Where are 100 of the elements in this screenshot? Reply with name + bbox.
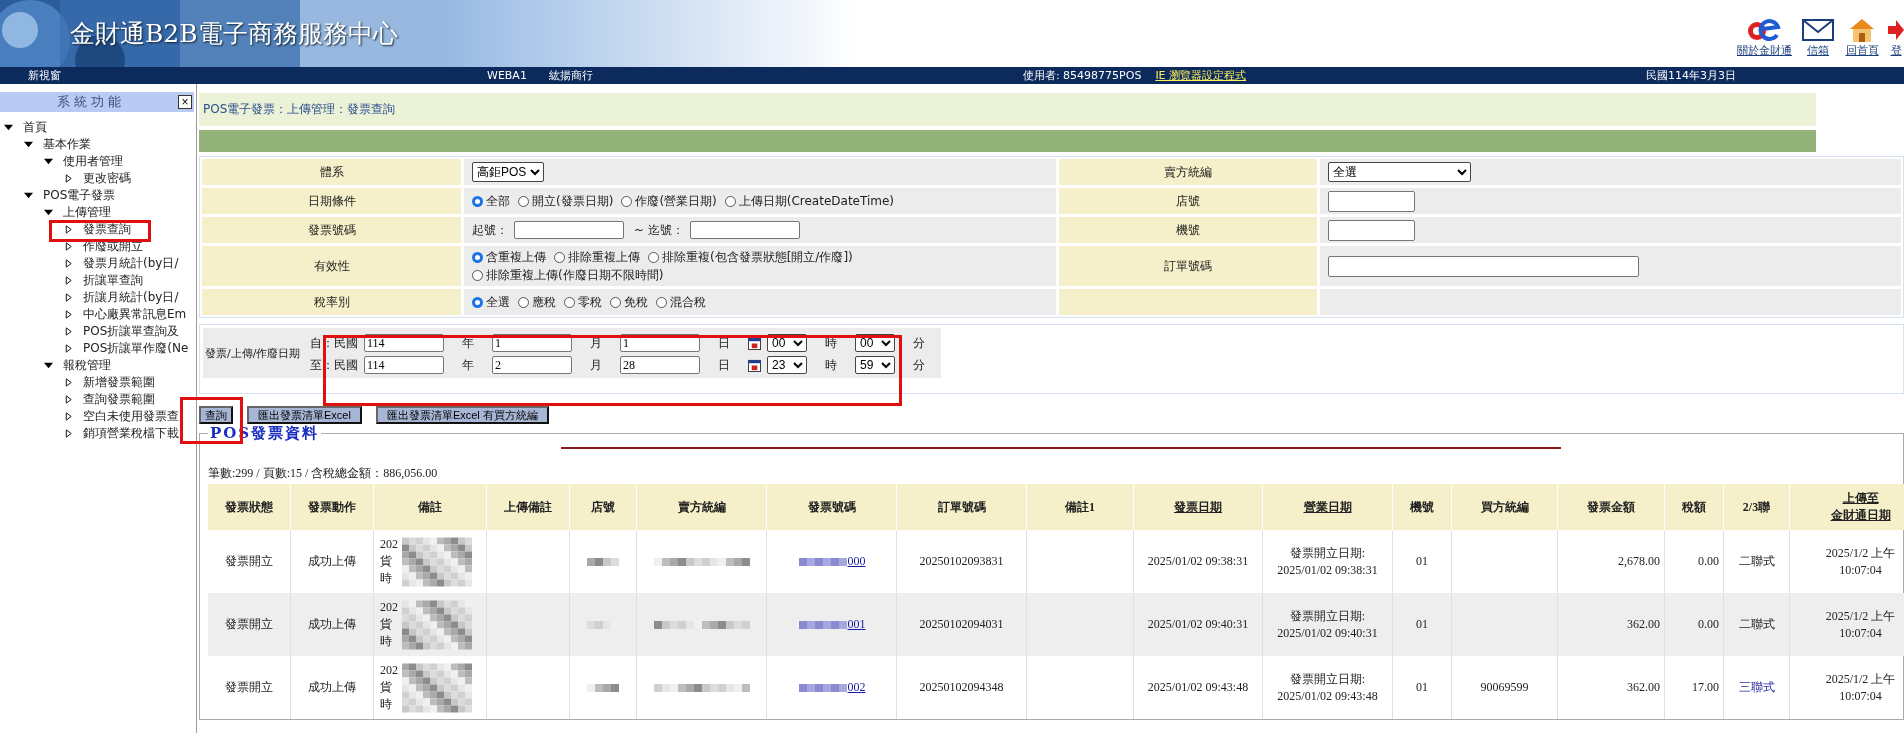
radio-option[interactable]: 開立(發票日期) (518, 192, 614, 210)
unit-label: 時 (825, 334, 837, 352)
field-label: 機號 (1059, 217, 1317, 243)
expand-toggle-icon[interactable] (24, 191, 33, 200)
table-cell: 202 貨時 (373, 593, 487, 656)
close-button[interactable]: × (178, 95, 192, 109)
day-field[interactable]: 28 (620, 356, 700, 374)
field-label: 店號 (1059, 188, 1317, 214)
radio-option[interactable]: 排除重複上傳 (554, 248, 640, 266)
order-number-field[interactable] (1328, 255, 1639, 277)
unit-label: 年 (462, 356, 474, 374)
column-header: 機號 (1392, 484, 1452, 530)
column-header: 買方統編 (1451, 484, 1558, 530)
radio-button[interactable] (472, 251, 483, 263)
column-header: 發票金額 (1557, 484, 1665, 530)
menu-item[interactable]: POS折讓單查詢及 (83, 323, 180, 340)
menu-item[interactable]: POS折讓單作廢(Ne (83, 340, 189, 357)
invoice-number-link[interactable]: 002 (847, 680, 866, 694)
menu-item[interactable]: 發票月統計(by日/ (83, 255, 179, 272)
month-field[interactable]: 2 (492, 356, 572, 374)
year-field[interactable]: 114 (364, 356, 444, 374)
radio-button[interactable] (472, 269, 483, 281)
action-button[interactable]: 查詢 (199, 406, 233, 424)
menu-item[interactable]: 中心廠異常訊息Em (83, 306, 187, 323)
radio-option[interactable]: 含重複上傳 (472, 248, 546, 266)
input-field[interactable] (1328, 219, 1415, 241)
radio-button[interactable] (554, 251, 565, 263)
field-label: 日期條件 (202, 188, 461, 214)
field-label: 體系 (202, 159, 461, 185)
menu-item[interactable]: 折讓單查詢 (83, 272, 143, 289)
header-link[interactable]: 信箱 (1800, 17, 1836, 58)
radio-option[interactable]: 上傳日期(CreateDateTime) (724, 192, 895, 210)
menu-item[interactable]: 新增發票範圍 (83, 374, 155, 391)
browser-settings-link[interactable]: IE 瀏覽器設定程式 (1155, 68, 1247, 83)
expand-toggle-icon[interactable] (44, 361, 53, 370)
breadcrumb: POS電子發票：上傳管理：發票查詢 (203, 101, 396, 118)
redacted-mosaic (797, 684, 848, 693)
menu-item[interactable]: 首頁 (23, 119, 47, 136)
radio-button[interactable] (610, 296, 621, 308)
hour-select[interactable]: 23 (767, 356, 807, 374)
system-code: WEBA1 (487, 69, 527, 82)
radio-option[interactable]: 排除重複上傳(作廢日期不限時間) (472, 266, 664, 284)
seller-id-select[interactable]: 全選 (1328, 162, 1471, 182)
column-header[interactable]: 發票日期 (1133, 484, 1263, 530)
menu-item[interactable]: 使用者管理 (63, 153, 123, 170)
expand-toggle-icon[interactable] (24, 140, 33, 149)
radio-button[interactable] (724, 195, 736, 207)
menu-item[interactable]: POS電子發票 (43, 187, 116, 204)
table-cell: 90069599 (1451, 656, 1558, 719)
calendar-icon[interactable] (748, 358, 761, 372)
radio-option[interactable]: 作廢(營業日期) (621, 192, 717, 210)
invoice-number-link[interactable]: 001 (847, 617, 866, 631)
input-field[interactable] (1328, 190, 1415, 212)
radio-button[interactable] (472, 296, 483, 308)
radio-option[interactable]: 全部 (472, 192, 510, 210)
expand-toggle-icon[interactable] (44, 157, 53, 166)
menu-item[interactable]: 發票查詢 (83, 221, 131, 238)
header-link[interactable]: 關於金財通 (1737, 17, 1792, 58)
menu-item[interactable]: 基本作業 (43, 136, 91, 153)
menu-item[interactable]: 更改密碼 (83, 170, 131, 187)
radio-button[interactable] (518, 195, 529, 207)
radio-button[interactable] (472, 195, 483, 207)
radio-button[interactable] (564, 296, 575, 308)
radio-option[interactable]: 混合稅 (656, 293, 706, 311)
table-cell: 發票開立 (208, 656, 291, 719)
radio-option[interactable]: 排除重複(包含發票狀態[開立/作廢]) (648, 248, 853, 266)
redacted-mosaic (797, 621, 848, 630)
minute-select[interactable]: 59 (855, 356, 895, 374)
invoice-number-link[interactable]: 000 (847, 554, 866, 568)
radio-option[interactable]: 應稅 (518, 293, 556, 311)
menu-item[interactable]: 報稅管理 (63, 357, 111, 374)
menu-item[interactable]: 空白未使用發票查 (83, 408, 179, 425)
menu-item[interactable]: 上傳管理 (63, 204, 111, 221)
radio-option[interactable]: 全選 (472, 293, 510, 311)
radio-option[interactable]: 零稅 (564, 293, 602, 311)
radio-option[interactable]: 免稅 (610, 293, 648, 311)
table-cell: 2025/1/2 上午 10:07:04 (1789, 656, 1904, 719)
radio-button[interactable] (621, 195, 633, 207)
summary-text: 筆數:299 / 頁數:15 / 含稅總金額：886,056.00 (208, 465, 439, 482)
table-cell: 發票開立 (208, 593, 291, 656)
radio-button[interactable] (518, 296, 529, 308)
expand-toggle-icon[interactable] (4, 123, 13, 132)
menu-item[interactable]: 折讓月統計(by日/ (83, 289, 179, 306)
system-select[interactable]: 高鉅POS (472, 162, 544, 182)
column-header: 發票動作 (290, 484, 374, 530)
column-header[interactable]: 營業日期 (1262, 484, 1393, 530)
expand-toggle-icon[interactable] (44, 208, 53, 217)
menu-item[interactable]: 查詢發票範圍 (83, 391, 155, 408)
header-link[interactable]: 回首頁 (1844, 17, 1880, 58)
radio-button[interactable] (648, 251, 659, 263)
new-window-link[interactable]: 新視窗 (28, 68, 61, 83)
start-number-field[interactable] (514, 221, 624, 239)
action-button[interactable]: 匯出發票清單Excel 有買方統編 (375, 406, 549, 424)
end-number-field[interactable] (689, 221, 800, 239)
table-cell: 成功上傳 (290, 593, 374, 656)
action-button[interactable]: 匯出發票清單Excel (247, 406, 362, 424)
radio-button[interactable] (656, 296, 667, 308)
menu-item[interactable]: 銷項營業稅檔下載 (83, 425, 179, 442)
table-cell: 01 (1392, 593, 1452, 656)
header-link[interactable]: 登 (1888, 17, 1904, 58)
